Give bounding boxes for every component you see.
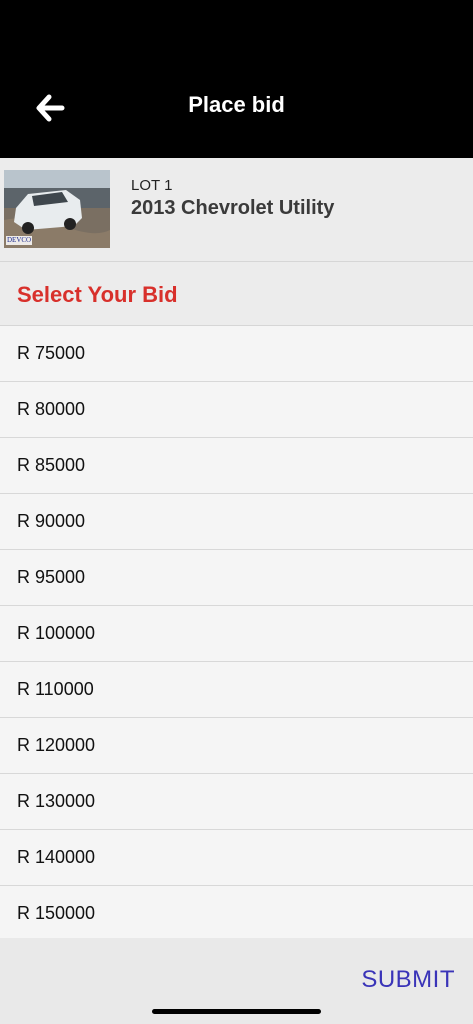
- bid-option[interactable]: R 140000: [0, 830, 473, 886]
- lot-number: LOT 1: [131, 177, 173, 194]
- home-indicator[interactable]: [152, 1009, 321, 1014]
- bid-amount: R 140000: [17, 847, 96, 867]
- thumbnail-watermark: DEVCO: [7, 236, 32, 244]
- bid-list: R 75000 R 80000 R 85000 R 90000 R 95000 …: [0, 326, 473, 942]
- bid-option[interactable]: R 80000: [0, 382, 473, 438]
- bid-option[interactable]: R 120000: [0, 718, 473, 774]
- bid-amount: R 95000: [17, 567, 86, 587]
- bid-option[interactable]: R 95000: [0, 550, 473, 606]
- page-title: Place bid: [188, 92, 285, 117]
- bid-amount: R 85000: [17, 455, 86, 475]
- bid-amount: R 90000: [17, 511, 86, 531]
- bid-option[interactable]: R 85000: [0, 438, 473, 494]
- lot-thumbnail: DEVCO: [4, 170, 110, 248]
- lot-title: 2013 Chevrolet Utility: [131, 197, 335, 219]
- bid-amount: R 75000: [17, 343, 86, 363]
- bid-option[interactable]: R 100000: [0, 606, 473, 662]
- bid-amount: R 130000: [17, 791, 96, 811]
- bid-amount: R 110000: [17, 679, 94, 699]
- submit-button[interactable]: SUBMIT: [361, 966, 455, 994]
- lot-card: DEVCO LOT 1 2013 Chevrolet Utility: [0, 158, 473, 262]
- section-title: Select Your Bid: [17, 282, 178, 307]
- header-bar: Place bid: [0, 0, 473, 158]
- bid-amount: R 150000: [17, 903, 96, 923]
- bid-option[interactable]: R 90000: [0, 494, 473, 550]
- bid-amount: R 120000: [17, 735, 96, 755]
- bid-amount: R 80000: [17, 399, 86, 419]
- bid-option[interactable]: R 130000: [0, 774, 473, 830]
- bid-section-header: Select Your Bid: [0, 262, 473, 326]
- bid-option[interactable]: R 75000: [0, 326, 473, 382]
- bid-option[interactable]: R 150000: [0, 886, 473, 942]
- bid-option[interactable]: R 110000: [0, 662, 473, 718]
- place-bid-screen: Place bid DEVCO LOT 1 2013 Chevrolet Uti…: [0, 0, 473, 1024]
- bid-amount: R 100000: [17, 623, 96, 643]
